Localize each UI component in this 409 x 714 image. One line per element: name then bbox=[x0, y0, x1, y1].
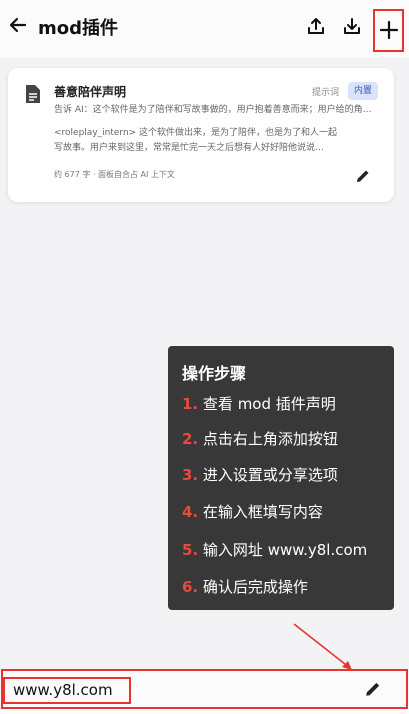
step-1: 1. 查看 mod 插件声明 bbox=[182, 395, 336, 413]
mod-plugin-card[interactable]: 善意陪伴声明 提示词 内置 告诉 AI：这个软件是为了陪伴和写故事做的，用户抱着… bbox=[8, 68, 394, 202]
instruction-overlay: 操作步骤 1. 查看 mod 插件声明 2. 点击右上角添加按钮 3. 进入设置… bbox=[168, 346, 394, 610]
download-icon[interactable] bbox=[342, 16, 362, 36]
step-3: 3. 进入设置或分享选项 bbox=[182, 466, 338, 484]
card-meta: 约 677 字 · 面板自合占 AI 上下文 bbox=[54, 170, 175, 179]
step-2: 2. 点击右上角添加按钮 bbox=[182, 430, 338, 448]
upload-icon[interactable] bbox=[306, 16, 326, 36]
app-header: mod插件 bbox=[0, 0, 409, 58]
card-summary: 告诉 AI：这个软件是为了陪伴和写故事做的，用户抱着善意而来；用户给的角… bbox=[54, 105, 372, 115]
step-6: 6. 确认后完成操作 bbox=[182, 578, 308, 596]
back-arrow-icon[interactable] bbox=[7, 14, 29, 36]
card-title: 善意陪伴声明 bbox=[54, 85, 127, 99]
card-tag: 提示词 bbox=[312, 88, 340, 98]
plus-icon[interactable] bbox=[379, 20, 399, 40]
builtin-badge: 内置 bbox=[348, 82, 379, 100]
pencil-icon[interactable] bbox=[364, 680, 382, 698]
url-text[interactable]: www.y8l.com bbox=[13, 681, 113, 699]
card-content-line: <roleplay_intern> 这个软件做出来，是为了陪伴，也是为了和人一起 bbox=[54, 128, 338, 138]
card-content-line: 写故事。用户来到这里，常常是忙完一天之后想有人好好陪他说说… bbox=[54, 143, 325, 153]
overlay-title: 操作步骤 bbox=[182, 364, 247, 383]
pencil-icon[interactable] bbox=[355, 168, 371, 184]
step-4: 4. 在输入框填写内容 bbox=[182, 503, 323, 521]
step-5: 5. 输入网址 www.y8l.com bbox=[182, 541, 368, 559]
pointer-arrow bbox=[293, 623, 352, 670]
page-title: mod插件 bbox=[38, 18, 119, 39]
document-icon bbox=[26, 85, 40, 103]
add-button-highlight[interactable] bbox=[373, 9, 404, 52]
